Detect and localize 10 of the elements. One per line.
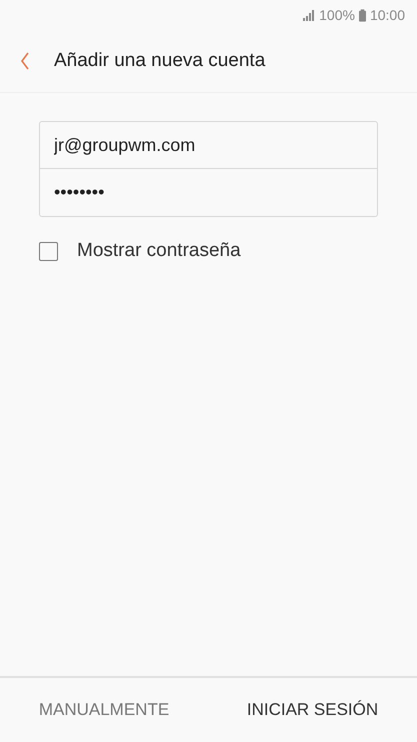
input-field[interactable]: •••••••• bbox=[39, 169, 378, 217]
page-title: Añadir una nueva cuenta bbox=[54, 50, 266, 72]
battery-icon bbox=[358, 8, 366, 22]
signal-icon bbox=[303, 9, 316, 21]
battery-percent: 100% bbox=[319, 7, 355, 23]
clock-time: 10:00 bbox=[370, 7, 405, 23]
text-button[interactable]: INICIAR SESIÓN bbox=[240, 692, 384, 728]
back-icon[interactable] bbox=[20, 52, 30, 70]
checkbox[interactable] bbox=[39, 242, 58, 260]
checkbox-label: Mostrar contraseña bbox=[77, 240, 241, 262]
